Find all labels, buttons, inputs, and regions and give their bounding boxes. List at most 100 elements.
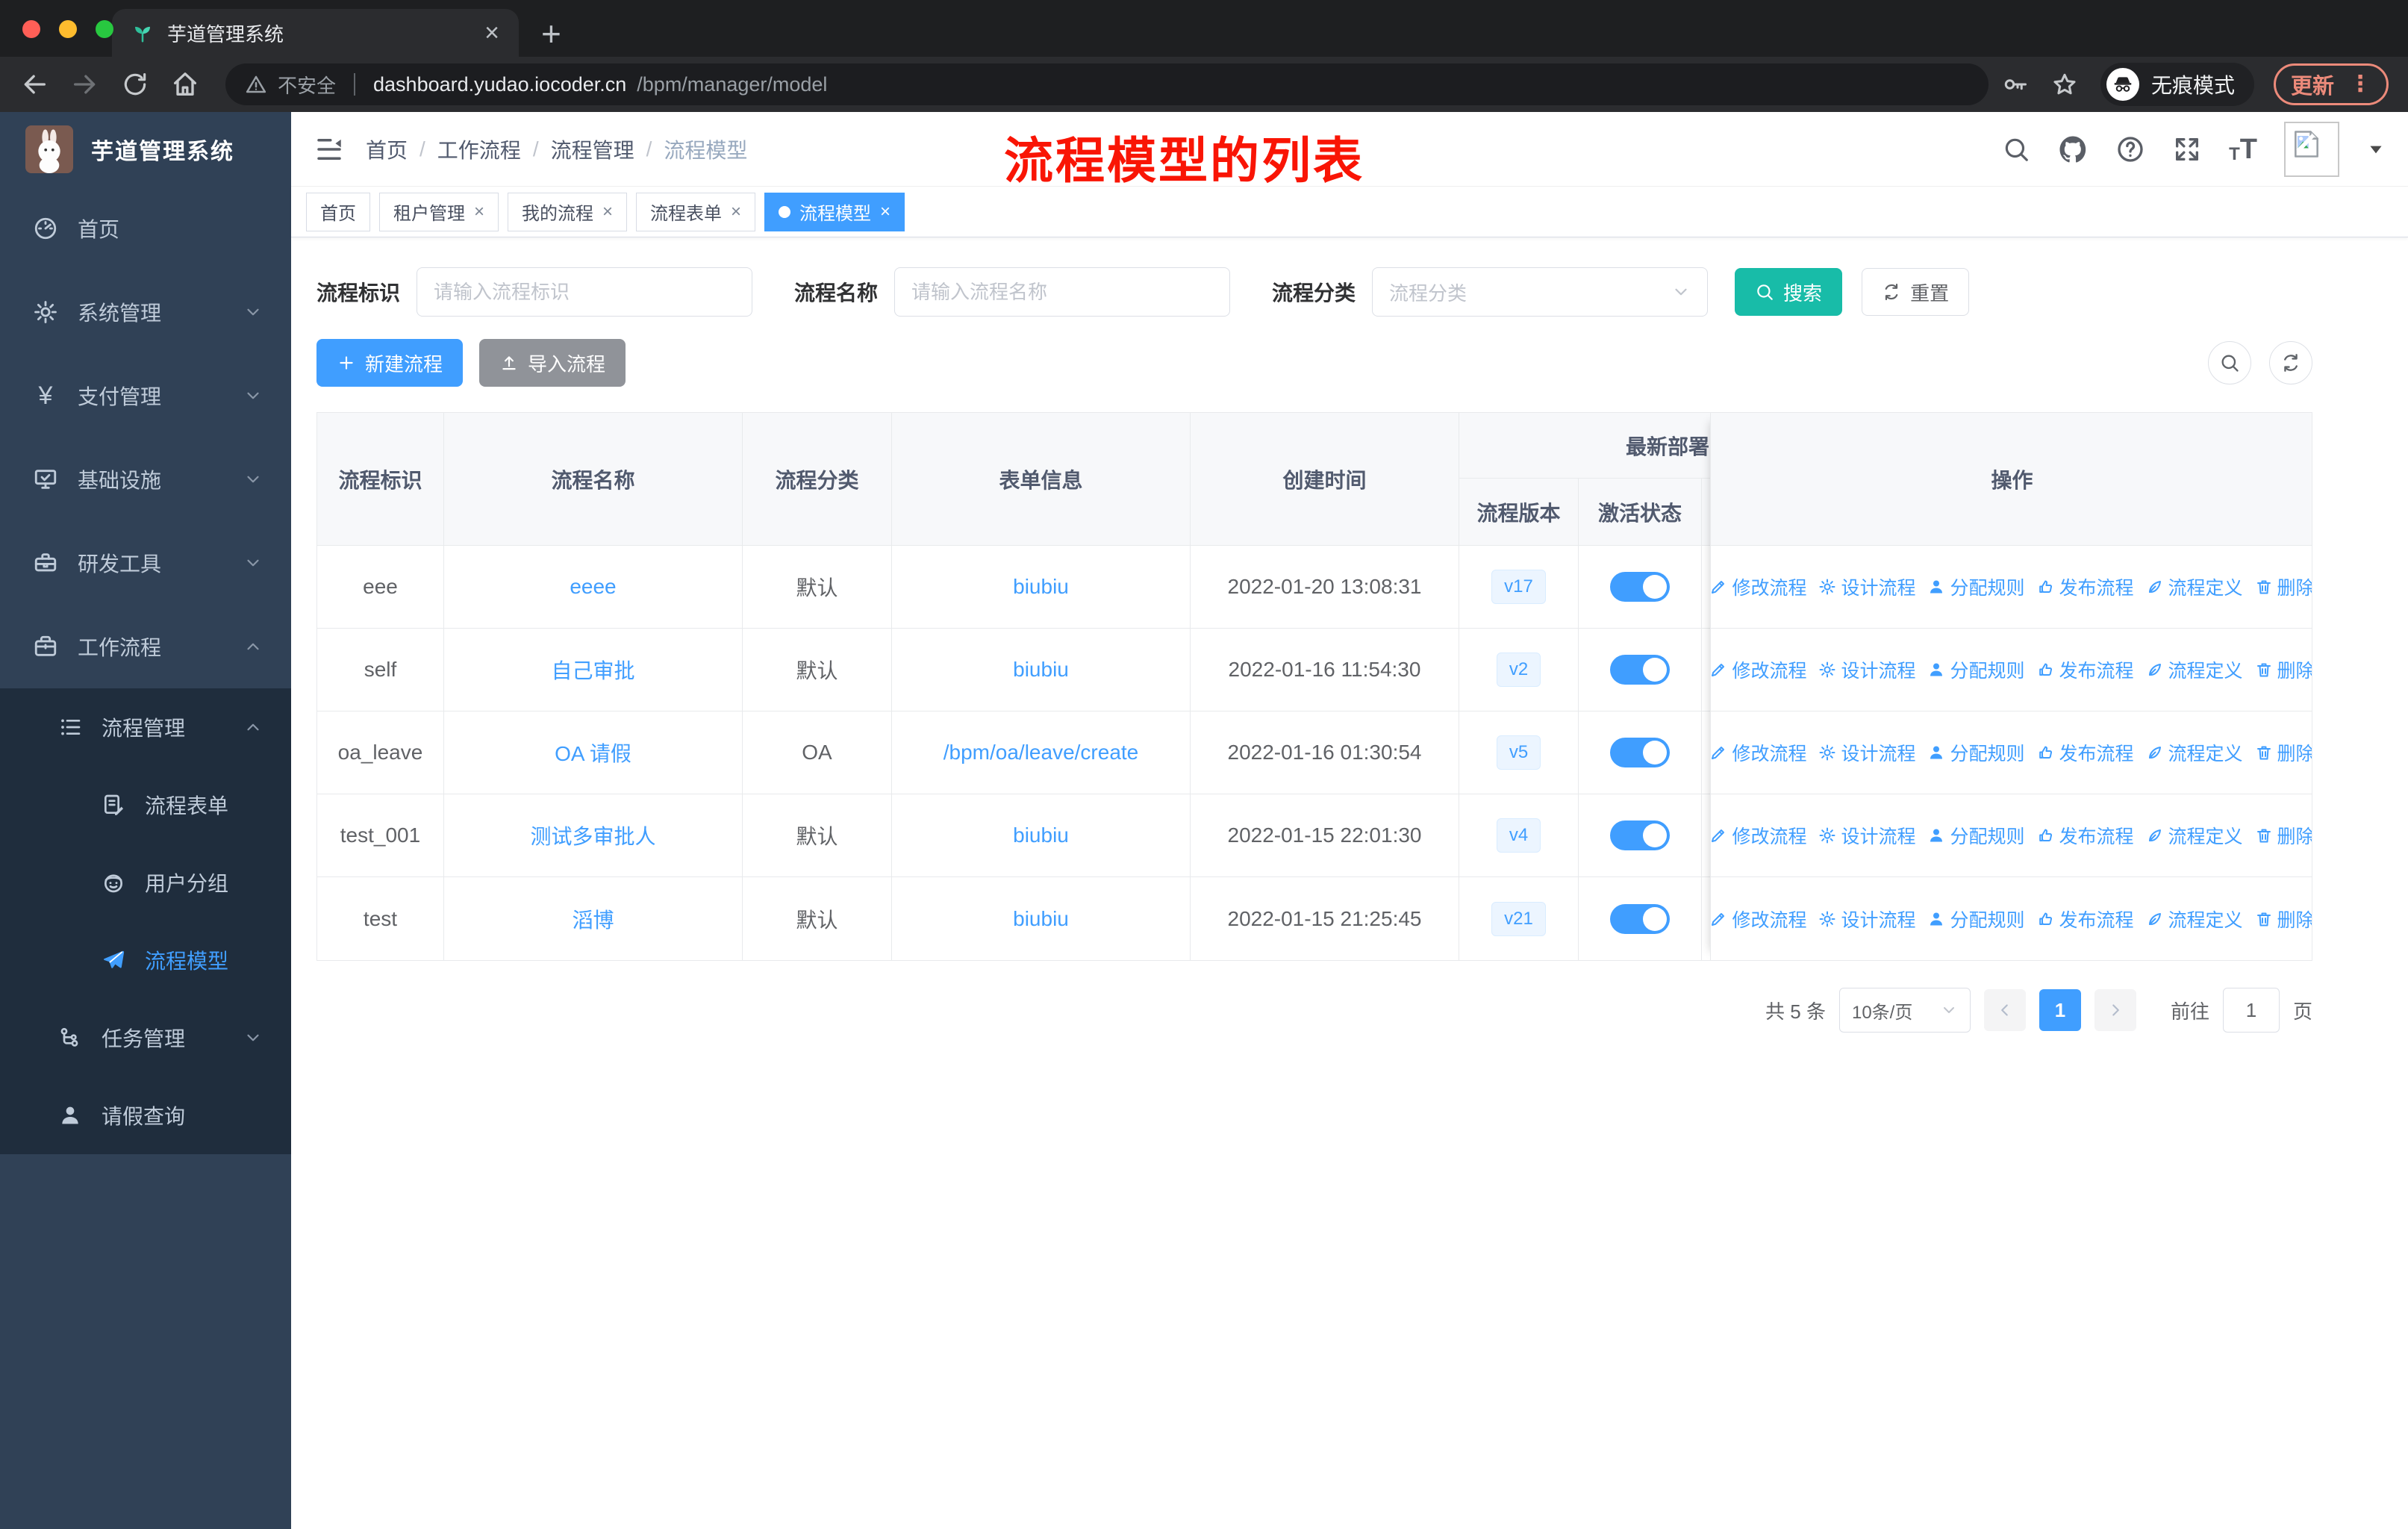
active-toggle[interactable] <box>1610 903 1670 934</box>
design-process-link[interactable]: 设计流程 <box>1818 739 1915 766</box>
assign-rule-link[interactable]: 分配规则 <box>1927 822 2025 849</box>
form-info-link[interactable]: /bpm/oa/leave/create <box>943 741 1139 764</box>
publish-process-link[interactable]: 发布流程 <box>2037 906 2134 932</box>
assign-rule-link[interactable]: 分配规则 <box>1927 656 2025 683</box>
help-icon[interactable] <box>2115 134 2145 164</box>
new-tab-button[interactable]: + <box>541 16 561 51</box>
sidebar-item-process-model[interactable]: 流程模型 <box>0 921 291 999</box>
delete-link[interactable]: 删除 <box>2255 822 2312 849</box>
delete-link[interactable]: 删除 <box>2255 573 2312 600</box>
search-button[interactable]: 搜索 <box>1735 268 1843 316</box>
process-definition-link[interactable]: 流程定义 <box>2146 822 2243 849</box>
bookmark-star-icon[interactable] <box>2051 71 2078 98</box>
publish-process-link[interactable]: 发布流程 <box>2037 573 2134 600</box>
process-definition-link[interactable]: 流程定义 <box>2146 906 2243 932</box>
modify-process-link[interactable]: 修改流程 <box>1709 656 1806 683</box>
not-secure-warning-icon[interactable] <box>245 73 267 96</box>
tab-close-icon[interactable]: × <box>484 20 499 46</box>
form-info-link[interactable]: biubiu <box>1013 575 1069 599</box>
tag-tenant-management[interactable]: 租户管理 × <box>379 192 499 231</box>
process-name-link[interactable]: OA 请假 <box>555 738 631 767</box>
delete-link[interactable]: 删除 <box>2255 656 2312 683</box>
fullscreen-icon[interactable] <box>2172 134 2202 164</box>
avatar[interactable] <box>2284 121 2339 177</box>
modify-process-link[interactable]: 修改流程 <box>1709 822 1806 849</box>
process-name-link[interactable]: 自己审批 <box>551 655 634 685</box>
reload-icon[interactable] <box>121 70 149 99</box>
url-bar[interactable]: 不安全 dashboard.yudao.iocoder.cn/bpm/manag… <box>225 63 1989 105</box>
tag-close-icon[interactable]: × <box>880 202 890 222</box>
show-search-button[interactable] <box>2208 341 2251 384</box>
browser-tab[interactable]: 芋道管理系统 × <box>112 9 519 57</box>
page-1-button[interactable]: 1 <box>2039 989 2081 1031</box>
tag-process-form[interactable]: 流程表单 × <box>636 192 756 231</box>
modify-process-link[interactable]: 修改流程 <box>1709 906 1806 932</box>
prev-page-button[interactable] <box>1983 989 2026 1031</box>
design-process-link[interactable]: 设计流程 <box>1818 656 1915 683</box>
sidebar-item-process-management[interactable]: 流程管理 <box>0 688 291 766</box>
sidebar-item-system[interactable]: 系统管理 <box>0 270 291 354</box>
design-process-link[interactable]: 设计流程 <box>1818 822 1915 849</box>
process-definition-link[interactable]: 流程定义 <box>2146 739 2243 766</box>
assign-rule-link[interactable]: 分配规则 <box>1927 573 2025 600</box>
window-zoom-button[interactable] <box>96 20 113 38</box>
home-icon[interactable] <box>170 69 200 99</box>
window-close-button[interactable] <box>22 20 40 38</box>
process-name-link[interactable]: 测试多审批人 <box>530 820 655 850</box>
sidebar-item-devtools[interactable]: 研发工具 <box>0 521 291 605</box>
assign-rule-link[interactable]: 分配规则 <box>1927 906 2025 932</box>
sidebar-item-leave-query[interactable]: 请假查询 <box>0 1077 291 1154</box>
next-page-button[interactable] <box>2094 989 2136 1031</box>
goto-page-input[interactable] <box>2222 988 2280 1033</box>
process-key-input[interactable] <box>417 267 753 317</box>
active-toggle[interactable] <box>1610 738 1670 767</box>
publish-process-link[interactable]: 发布流程 <box>2037 739 2134 766</box>
form-info-link[interactable]: biubiu <box>1013 907 1069 931</box>
delete-link[interactable]: 删除 <box>2255 739 2312 766</box>
tag-close-icon[interactable]: × <box>731 202 741 222</box>
tag-process-model[interactable]: 流程模型 × <box>764 192 905 231</box>
password-key-icon[interactable] <box>2002 71 2029 98</box>
caret-down-icon[interactable] <box>2366 140 2386 159</box>
form-info-link[interactable]: biubiu <box>1013 658 1069 682</box>
sidebar-item-user-group[interactable]: 用户分组 <box>0 844 291 921</box>
publish-process-link[interactable]: 发布流程 <box>2037 656 2134 683</box>
search-icon[interactable] <box>2002 135 2030 164</box>
forward-icon[interactable] <box>70 69 100 99</box>
back-icon[interactable] <box>19 69 49 99</box>
publish-process-link[interactable]: 发布流程 <box>2037 822 2134 849</box>
active-toggle[interactable] <box>1610 572 1670 602</box>
process-name-link[interactable]: 滔博 <box>572 904 614 934</box>
sidebar-item-home[interactable]: 首页 <box>0 187 291 270</box>
design-process-link[interactable]: 设计流程 <box>1818 573 1915 600</box>
process-name-input[interactable] <box>894 267 1231 317</box>
sidebar-collapse-icon[interactable] <box>314 134 345 165</box>
process-definition-link[interactable]: 流程定义 <box>2146 573 2243 600</box>
breadcrumb-process-management[interactable]: 流程管理 <box>551 134 634 164</box>
design-process-link[interactable]: 设计流程 <box>1818 906 1915 932</box>
sidebar-item-workflow[interactable]: 工作流程 <box>0 605 291 688</box>
active-toggle[interactable] <box>1610 655 1670 685</box>
breadcrumb-home[interactable]: 首页 <box>366 134 408 164</box>
browser-menu-icon[interactable]: ⋮ <box>2349 73 2371 95</box>
assign-rule-link[interactable]: 分配规则 <box>1927 739 2025 766</box>
sidebar-item-payment[interactable]: ¥ 支付管理 <box>0 354 291 437</box>
modify-process-link[interactable]: 修改流程 <box>1709 739 1806 766</box>
reset-button[interactable]: 重置 <box>1862 268 1970 316</box>
page-size-select[interactable]: 10条/页 <box>1838 988 1971 1033</box>
sidebar-item-task-management[interactable]: 任务管理 <box>0 999 291 1077</box>
sidebar-item-infrastructure[interactable]: 基础设施 <box>0 437 291 521</box>
window-minimize-button[interactable] <box>59 20 77 38</box>
font-size-icon[interactable]: TT <box>2229 135 2257 164</box>
refresh-table-button[interactable] <box>2269 341 2312 384</box>
process-definition-link[interactable]: 流程定义 <box>2146 656 2243 683</box>
app-logo-row[interactable]: 芋道管理系统 <box>0 112 291 187</box>
process-name-link[interactable]: eeee <box>570 575 616 599</box>
tag-close-icon[interactable]: × <box>474 202 484 222</box>
active-toggle[interactable] <box>1610 820 1670 850</box>
tag-home[interactable]: 首页 <box>306 192 370 231</box>
form-info-link[interactable]: biubiu <box>1013 823 1069 847</box>
github-icon[interactable] <box>2057 134 2089 165</box>
breadcrumb-workflow[interactable]: 工作流程 <box>437 134 521 164</box>
import-process-button[interactable]: 导入流程 <box>479 339 626 387</box>
